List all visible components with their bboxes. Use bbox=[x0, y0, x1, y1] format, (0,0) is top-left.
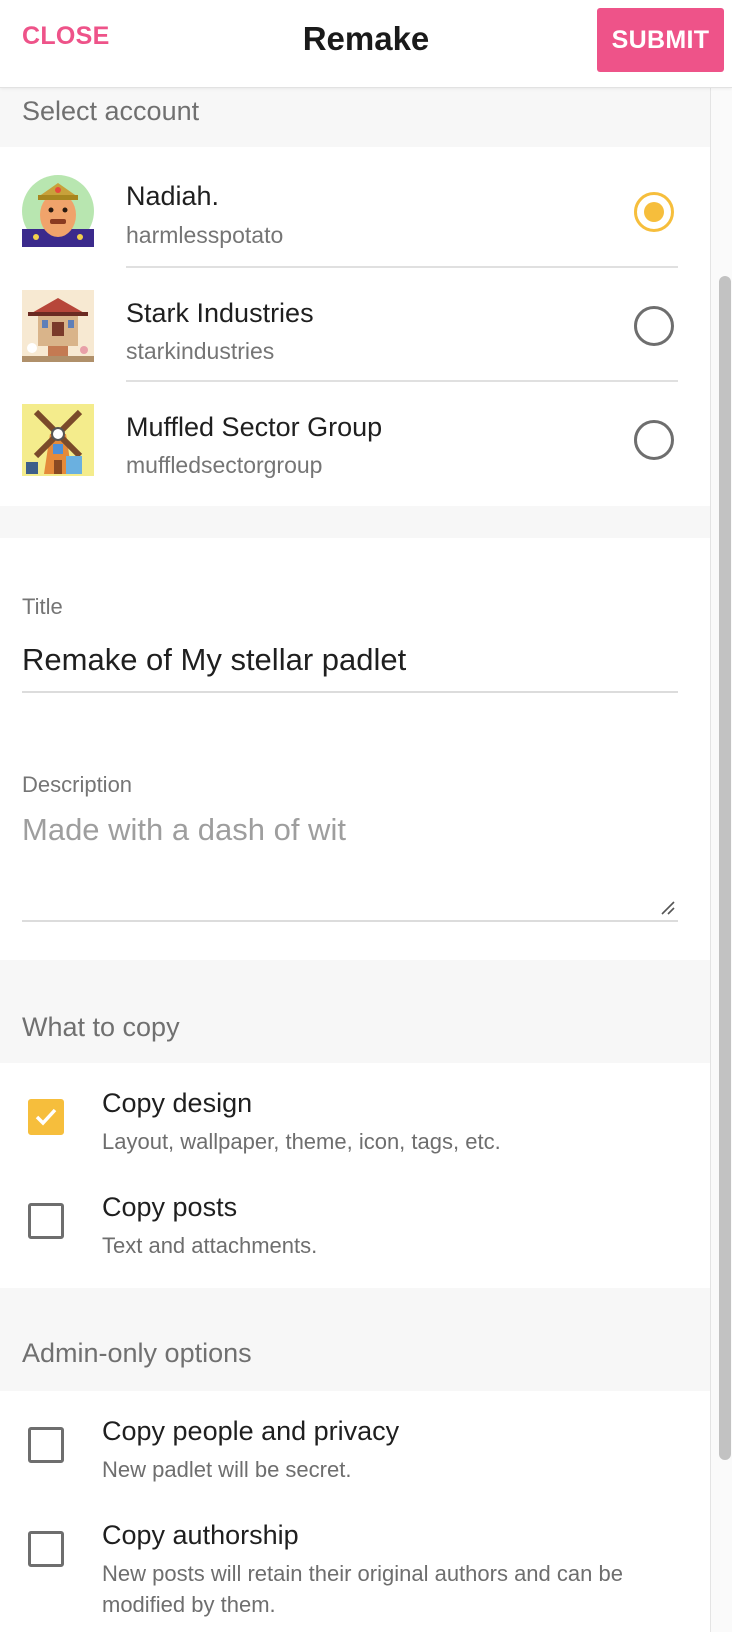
account-option-stark-industries[interactable]: Stark Industries starkindustries bbox=[0, 268, 710, 382]
section-spacer bbox=[0, 506, 710, 538]
account-option-nadiah[interactable]: Nadiah. harmlesspotato bbox=[0, 147, 710, 268]
copy-posts-checkbox[interactable] bbox=[28, 1203, 64, 1239]
title-label: Title bbox=[22, 594, 63, 619]
option-title: Copy design bbox=[102, 1088, 253, 1118]
description-input[interactable] bbox=[22, 812, 678, 904]
account-handle: starkindustries bbox=[126, 338, 275, 364]
account-radio[interactable] bbox=[634, 306, 674, 346]
option-description: Layout, wallpaper, theme, icon, tags, et… bbox=[102, 1129, 501, 1154]
account-name: Nadiah. bbox=[126, 181, 220, 211]
copy-posts-option[interactable]: Copy posts Text and attachments. bbox=[0, 1192, 710, 1272]
select-account-heading: Select account bbox=[22, 96, 200, 126]
copy-design-option[interactable]: Copy design Layout, wallpaper, theme, ic… bbox=[0, 1088, 710, 1178]
account-radio[interactable] bbox=[634, 420, 674, 460]
pagoda-building-avatar bbox=[22, 290, 94, 362]
option-description: New posts will retain their original aut… bbox=[102, 1561, 623, 1617]
title-input[interactable] bbox=[22, 636, 678, 684]
what-to-copy-header: What to copy bbox=[0, 960, 710, 1063]
option-title: Copy posts bbox=[102, 1192, 238, 1222]
account-radio-selected[interactable] bbox=[634, 192, 674, 232]
admin-options-heading: Admin-only options bbox=[22, 1338, 252, 1368]
remake-dialog: CLOSE Remake SUBMIT Select account Nadia… bbox=[0, 0, 732, 1632]
windmill-avatar bbox=[22, 404, 94, 476]
scrollbar-thumb[interactable] bbox=[719, 276, 731, 1460]
copy-people-privacy-checkbox[interactable] bbox=[28, 1427, 64, 1463]
potato-character-avatar bbox=[22, 175, 94, 247]
description-label: Description bbox=[22, 772, 133, 797]
option-description: New padlet will be secret. bbox=[102, 1457, 352, 1482]
checkmark-icon bbox=[35, 1108, 57, 1126]
option-title: Copy people and privacy bbox=[102, 1416, 400, 1446]
option-description: Text and attachments. bbox=[102, 1233, 318, 1258]
account-option-muffled-sector-group[interactable]: Muffled Sector Group muffledsectorgroup bbox=[0, 382, 710, 506]
account-name: Stark Industries bbox=[126, 298, 314, 328]
dialog-header: CLOSE Remake SUBMIT bbox=[0, 0, 732, 88]
submit-button[interactable]: SUBMIT bbox=[597, 8, 724, 72]
option-title: Copy authorship bbox=[102, 1520, 299, 1550]
copy-design-checkbox[interactable] bbox=[28, 1099, 64, 1135]
resize-handle-icon[interactable] bbox=[660, 900, 676, 921]
copy-people-privacy-option[interactable]: Copy people and privacy New padlet will … bbox=[0, 1416, 710, 1496]
account-handle: muffledsectorgroup bbox=[126, 452, 323, 478]
what-to-copy-heading: What to copy bbox=[22, 1012, 180, 1042]
select-account-header: Select account bbox=[0, 88, 710, 147]
admin-options-header: Admin-only options bbox=[0, 1288, 710, 1391]
account-handle: harmlesspotato bbox=[126, 222, 284, 248]
account-name: Muffled Sector Group bbox=[126, 412, 383, 442]
title-underline bbox=[22, 691, 678, 693]
description-underline bbox=[22, 920, 678, 922]
copy-authorship-checkbox[interactable] bbox=[28, 1531, 64, 1567]
copy-authorship-option[interactable]: Copy authorship New posts will retain th… bbox=[0, 1520, 710, 1632]
